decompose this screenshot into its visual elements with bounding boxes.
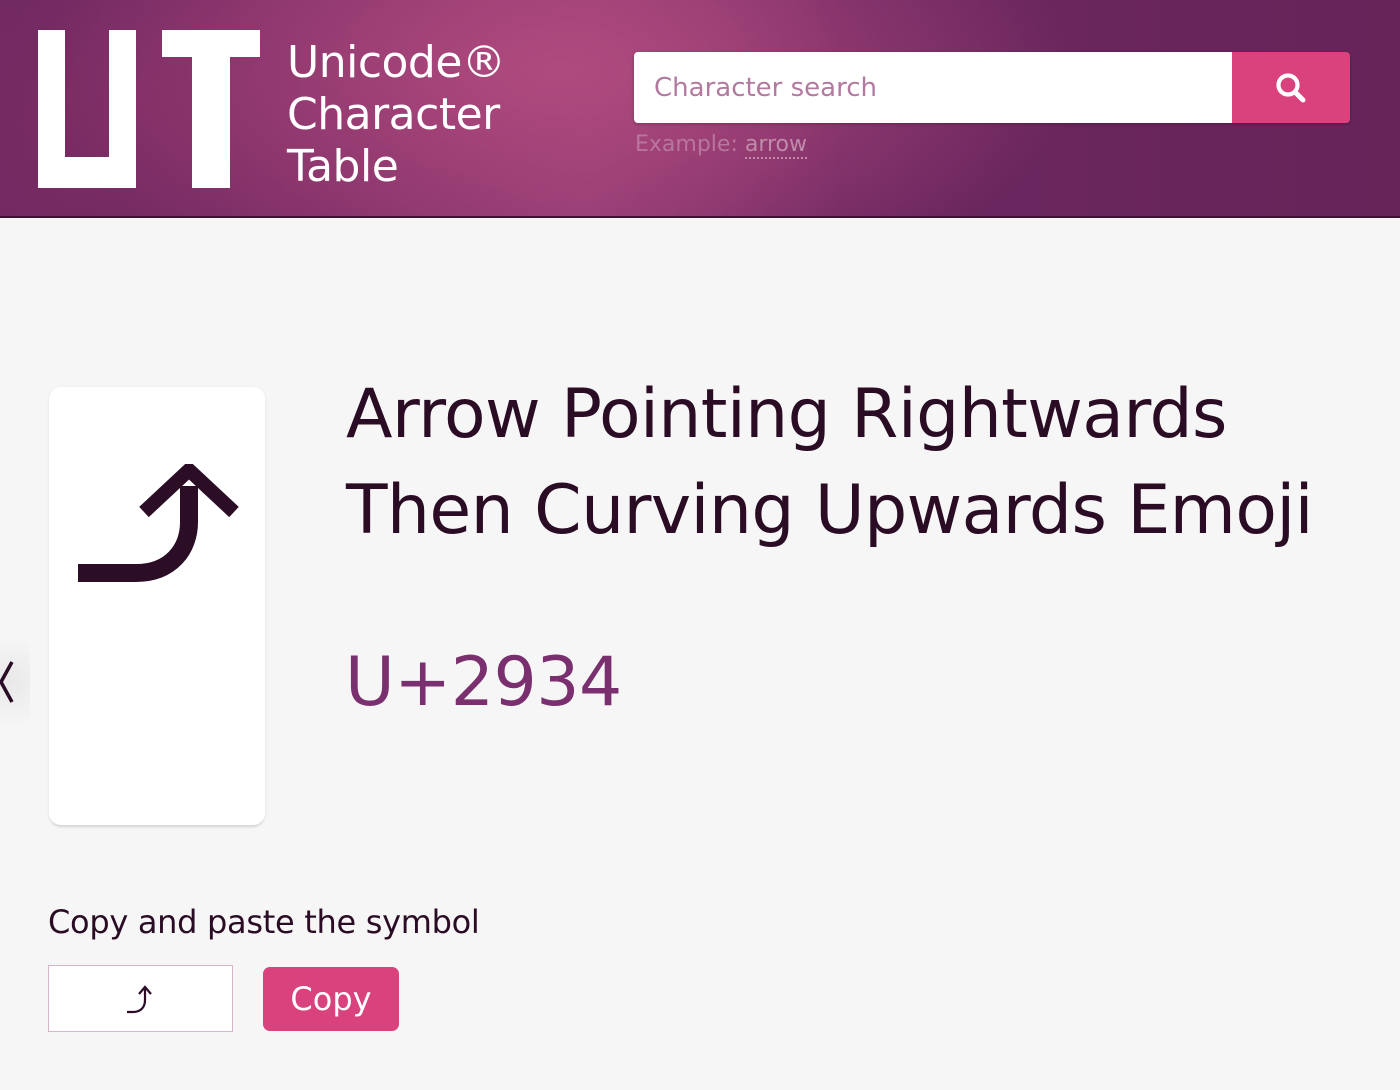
site-name[interactable]: Unicode® Character Table [287,37,506,193]
search-example-link[interactable]: arrow [744,132,808,159]
site-name-line-1: Unicode® [287,37,506,88]
search-input[interactable] [634,52,1232,123]
copy-button[interactable]: Copy [263,967,399,1031]
site-header: Unicode® Character Table Example: arrow [0,0,1400,218]
site-name-line-3: Table [287,141,399,192]
previous-character-button[interactable] [0,620,30,744]
search-icon [1276,72,1306,102]
character-codepoint: U+2934 [345,643,622,722]
arrow-right-curving-up-icon [78,464,239,582]
search-form [634,52,1350,123]
copy-symbol-field[interactable] [48,965,233,1032]
site-name-line-2: Character [287,89,500,140]
copy-section-label: Copy and paste the symbol [48,903,480,941]
character-title: Arrow Pointing Rightwards Then Curving U… [346,375,1314,550]
chevron-left-icon [0,661,14,703]
ut-logo-icon[interactable] [38,30,260,188]
search-button[interactable] [1232,52,1350,123]
copy-field-glyph [126,984,152,1013]
glyph-preview-card [49,387,265,825]
search-example: Example: arrow [635,132,808,159]
search-example-prefix: Example: [635,132,745,157]
